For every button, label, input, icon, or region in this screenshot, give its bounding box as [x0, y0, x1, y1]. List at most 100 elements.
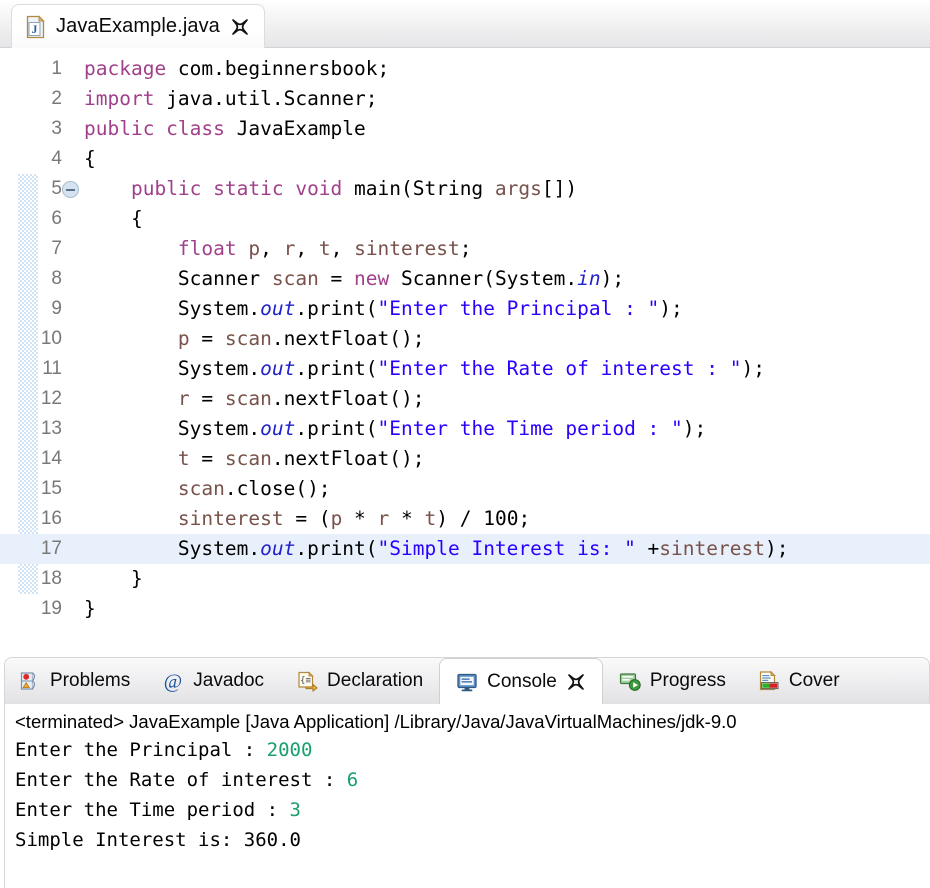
editor-tab-javaexample[interactable]: J JavaExample.java [11, 4, 265, 48]
tab-console[interactable]: Console [439, 658, 603, 704]
code-token-kw: float [178, 237, 237, 260]
tab-cover[interactable]: Cover [742, 658, 856, 704]
editor-tab-title: JavaExample.java [56, 15, 220, 38]
tab-close-wrapper[interactable] [566, 672, 586, 692]
code-line[interactable]: 1package com.beginnersbook; [0, 54, 930, 84]
code-line[interactable]: 5 public static void main(String args[]) [0, 174, 930, 204]
code-token-plain: , [295, 237, 318, 260]
line-number: 9 [0, 294, 62, 324]
code-token-var: sinterest [659, 537, 765, 560]
code-token-fld: out [260, 537, 295, 560]
code-line[interactable]: 9 System.out.print("Enter the Principal … [0, 294, 930, 324]
code-token-str: "Simple Interest is: " [378, 537, 636, 560]
code-line[interactable]: 16 sinterest = (p * r * t) / 100; [0, 504, 930, 534]
console-line-list: Enter the Principal : 2000Enter the Rate… [5, 735, 930, 855]
code-line-text: System.out.print("Enter the Rate of inte… [84, 354, 765, 384]
code-line[interactable]: 19} [0, 594, 930, 624]
code-token-plain: System. [84, 417, 260, 440]
code-line[interactable]: 3public class JavaExample [0, 114, 930, 144]
tab-javadoc[interactable]: @ Javadoc [146, 658, 280, 704]
code-token-plain: java.util.Scanner; [154, 87, 377, 110]
console-line: Enter the Rate of interest : 6 [5, 765, 930, 795]
problems-icon [19, 670, 41, 692]
console-terminated-header: <terminated> JavaExample [Java Applicati… [5, 704, 930, 735]
tab-label: Progress [650, 670, 726, 692]
console-prompt-text: Enter the Rate of interest : [15, 769, 347, 791]
close-icon[interactable] [230, 17, 250, 37]
code-token-plain: System. [84, 297, 260, 320]
code-line[interactable]: 4{ [0, 144, 930, 174]
console-input-value: 6 [347, 769, 358, 791]
line-number: 8 [0, 264, 62, 294]
tab-declaration[interactable]: {≡ Declaration [280, 658, 439, 704]
code-line-text: r = scan.nextFloat(); [84, 384, 425, 414]
code-token-var: scan [225, 387, 272, 410]
code-line-text: public static void main(String args[]) [84, 174, 577, 204]
code-line[interactable]: 18 } [0, 564, 930, 594]
line-number: 6 [0, 204, 62, 234]
code-line[interactable]: 8 Scanner scan = new Scanner(System.in); [0, 264, 930, 294]
code-line-text: import java.util.Scanner; [84, 84, 378, 114]
code-line[interactable]: 7 float p, r, t, sinterest; [0, 234, 930, 264]
code-line-text: t = scan.nextFloat(); [84, 444, 425, 474]
code-token-fld: in [577, 267, 600, 290]
code-token-plain: ); [659, 297, 682, 320]
console-output[interactable]: <terminated> JavaExample [Java Applicati… [4, 704, 930, 888]
code-token-var: sinterest [354, 237, 460, 260]
code-line[interactable]: 15 scan.close(); [0, 474, 930, 504]
code-token-plain: Scanner [84, 267, 272, 290]
line-number: 2 [0, 84, 62, 114]
svg-text:J: J [32, 24, 38, 36]
code-line-text: public class JavaExample [84, 114, 366, 144]
console-input-value: 3 [290, 799, 301, 821]
tab-problems[interactable]: Problems [5, 658, 146, 704]
code-token-plain [84, 447, 178, 470]
code-token-var: r [378, 507, 390, 530]
console-prompt-text: Enter the Principal : [15, 739, 267, 761]
code-token-plain [84, 387, 178, 410]
console-prompt-text: Enter the Time period : [15, 799, 290, 821]
code-token-var: p [248, 237, 260, 260]
code-line[interactable]: 6 { [0, 204, 930, 234]
tab-label: Javadoc [193, 670, 264, 692]
code-line[interactable]: 12 r = scan.nextFloat(); [0, 384, 930, 414]
code-token-plain: ) / 100; [436, 507, 530, 530]
console-prompt-text: Simple Interest is: 360.0 [15, 829, 301, 851]
code-token-fld: out [260, 297, 295, 320]
svg-text:{≡: {≡ [300, 676, 311, 686]
code-token-str: "Enter the Principal : " [378, 297, 660, 320]
code-token-plain: System. [84, 357, 260, 380]
code-token-plain: * [389, 507, 424, 530]
code-line[interactable]: 2 import java.util.Scanner; [0, 84, 930, 114]
line-number: 5 [0, 174, 62, 204]
java-file-icon: J [26, 15, 46, 39]
code-token-plain: = [319, 267, 354, 290]
code-token-fld: out [260, 357, 295, 380]
code-token-var: r [284, 237, 296, 260]
code-line[interactable]: 17 System.out.print("Simple Interest is:… [0, 534, 930, 564]
code-editor-area[interactable]: 1package com.beginnersbook;2import java.… [0, 48, 930, 653]
code-token-plain: .print( [295, 537, 377, 560]
console-line: Simple Interest is: 360.0 [5, 825, 930, 855]
code-token-plain: .nextFloat(); [272, 327, 425, 350]
code-line[interactable]: 13 System.out.print("Enter the Time peri… [0, 414, 930, 444]
line-number: 19 [0, 594, 62, 624]
code-token-plain [84, 507, 178, 530]
editor-tab-bar: J JavaExample.java [0, 0, 930, 48]
close-icon[interactable] [566, 672, 586, 692]
code-line[interactable]: 11 System.out.print("Enter the Rate of i… [0, 354, 930, 384]
line-number: 14 [0, 444, 62, 474]
tab-progress[interactable]: Progress [603, 658, 742, 704]
line-number: 1 [0, 54, 62, 84]
code-line[interactable]: 14 t = scan.nextFloat(); [0, 444, 930, 474]
javadoc-at-icon: @ [162, 670, 184, 692]
code-token-plain: = [190, 447, 225, 470]
code-token-kw: package [84, 57, 166, 80]
code-token-var: scan [225, 447, 272, 470]
tab-label: Console [487, 671, 557, 693]
code-token-plain: []) [542, 177, 577, 200]
code-line-text: { [84, 144, 96, 174]
line-number: 18 [0, 564, 62, 594]
code-line-text: sinterest = (p * r * t) / 100; [84, 504, 530, 534]
code-line[interactable]: 10 p = scan.nextFloat(); [0, 324, 930, 354]
